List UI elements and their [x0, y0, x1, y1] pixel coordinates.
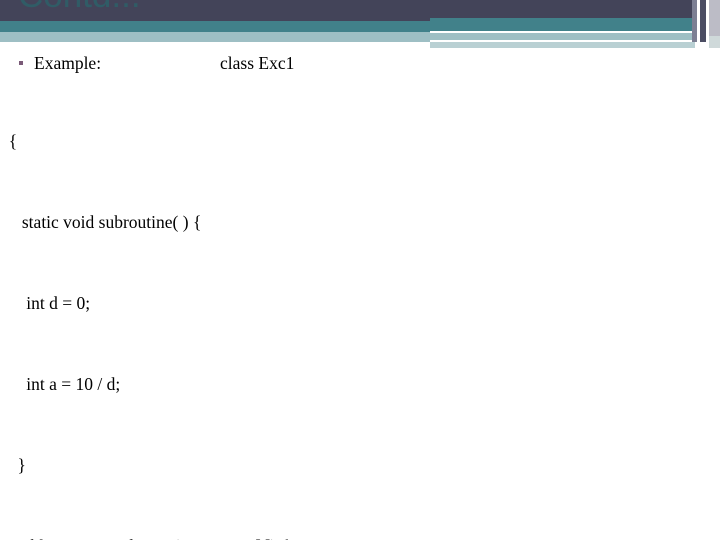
bullet-dot-icon [19, 61, 23, 65]
code-line: { [0, 131, 18, 151]
example-heading-line: Example: class Exc1 [34, 53, 720, 74]
code-class-header: class Exc1 [220, 53, 295, 73]
header-band-light-r1 [430, 33, 720, 40]
code-line: int a = 10 / d; [0, 374, 121, 394]
header-band-notch [0, 42, 75, 46]
slide-header-decoration [0, 0, 720, 50]
header-stripe-5 [709, 0, 720, 36]
header-band-teal-right [430, 18, 720, 32]
header-band-light-left [0, 32, 430, 42]
header-stripe-6 [709, 36, 720, 48]
example-label: Example: [34, 53, 102, 73]
code-line: public static void main(String args[ ]) … [0, 533, 720, 540]
slide-body: Example: class Exc1 { static void subrout… [0, 50, 720, 540]
code-line: int d = 0; [0, 293, 91, 313]
code-line: static void subroutine( ) { [0, 212, 202, 232]
code-line: } [0, 455, 26, 475]
header-band-light-r3 [430, 42, 695, 48]
bullet-example: Example: class Exc1 [0, 53, 720, 74]
code-block: { static void subroutine( ) { int d = 0;… [0, 74, 720, 540]
slide: Contd... Example:class Exc1 { static voi… [0, 0, 720, 540]
